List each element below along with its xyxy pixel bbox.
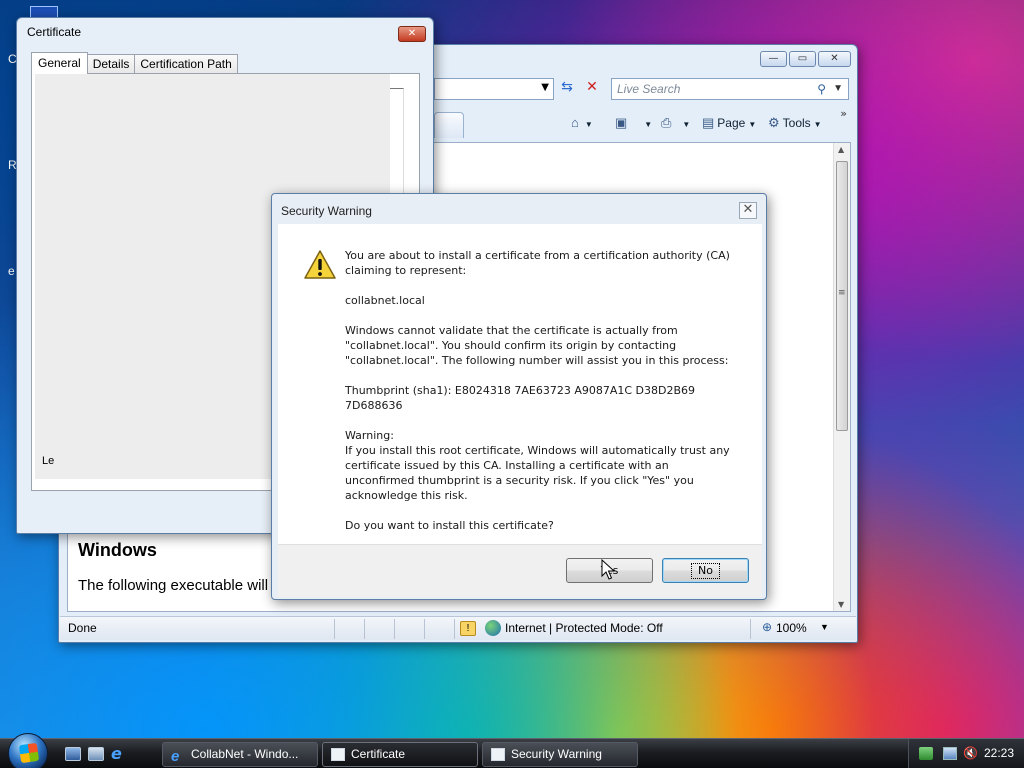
taskbar-button-label: Security Warning — [511, 747, 602, 761]
text-fragment: Le — [42, 455, 55, 467]
scroll-down-icon[interactable]: ▼ — [838, 600, 844, 609]
page-label: Page — [717, 116, 746, 130]
dialog-title: Security Warning — [281, 204, 372, 218]
search-input[interactable]: Live Search ⚲ ▼ — [611, 78, 849, 100]
ie-icon: e — [171, 748, 180, 765]
content-heading: Windows — [78, 540, 157, 560]
message-validation: Windows cannot validate that the certifi… — [345, 324, 729, 367]
message-host: collabnet.local — [345, 294, 425, 307]
feeds-button[interactable]: ▣ ▼ — [615, 112, 652, 134]
zoom-level[interactable]: 100% — [776, 621, 807, 635]
printer-icon: ⎙ — [661, 115, 672, 130]
globe-icon — [485, 620, 501, 636]
no-button[interactable]: No — [662, 558, 749, 583]
network-icon[interactable] — [943, 747, 957, 760]
message-warning: Warning: If you install this root certifi… — [345, 428, 735, 503]
dialog-footer: Yes No — [278, 544, 762, 597]
message-thumbprint: Thumbprint (sha1): E8024318 7AE63723 A90… — [345, 384, 696, 412]
close-button[interactable]: ✕ — [398, 26, 426, 42]
message-intro: You are about to install a certificate f… — [345, 249, 730, 277]
status-bar: Done ! Internet | Protected Mode: Off ⊕ … — [60, 616, 856, 640]
refresh-icon[interactable]: ⇆ — [556, 79, 578, 99]
close-button[interactable]: ✕ — [818, 51, 851, 67]
search-placeholder: Live Search — [617, 82, 681, 96]
tab-strip: General Details Certification Path — [31, 52, 238, 74]
gear-icon: ⚙ — [768, 115, 780, 130]
taskbar-button-certificate[interactable]: Certificate — [322, 742, 478, 767]
home-button[interactable]: ⌂ ▼ — [571, 112, 593, 134]
window-title: Certificate — [27, 25, 82, 39]
tools-menu[interactable]: ⚙ Tools ▼ — [768, 112, 822, 134]
dialog-message: You are about to install a certificate f… — [345, 248, 735, 548]
chevron-right-icon[interactable]: » — [840, 107, 847, 120]
grip-icon: ≡ — [838, 288, 846, 298]
browser-tab[interactable] — [434, 112, 464, 138]
dialog-body: You are about to install a certificate f… — [278, 224, 762, 544]
show-desktop-icon[interactable] — [65, 747, 81, 761]
warning-text: If you install this root certificate, Wi… — [345, 444, 730, 502]
minimize-button[interactable]: — — [760, 51, 787, 67]
window-icon — [491, 748, 505, 761]
page-menu[interactable]: ▤ Page ▼ — [702, 112, 756, 134]
ie-icon[interactable]: e — [111, 746, 127, 762]
popup-blocker-icon[interactable]: ! — [460, 621, 476, 636]
tab-details[interactable]: Details — [86, 54, 136, 74]
print-button[interactable]: ⎙ ▼ — [661, 112, 690, 134]
close-button[interactable]: ✕ — [739, 202, 757, 219]
taskbar-button-ie[interactable]: e CollabNet - Windo... — [162, 742, 318, 767]
taskbar-button-label: Certificate — [351, 747, 406, 761]
desktop-icon-label[interactable]: e — [8, 264, 15, 278]
vertical-scrollbar[interactable]: ▲ ≡ ▼ — [833, 143, 850, 611]
warning-icon — [304, 250, 336, 279]
scroll-up-icon[interactable]: ▲ — [838, 145, 844, 154]
security-warning-dialog: Security Warning ✕ You are about to inst… — [271, 193, 767, 600]
switch-windows-icon[interactable] — [88, 747, 104, 761]
volume-muted-icon[interactable]: 🔇 — [963, 747, 978, 760]
chevron-down-icon[interactable]: ▼ — [541, 82, 549, 93]
security-center-icon[interactable] — [919, 747, 933, 760]
taskbar-button-label: CollabNet - Windo... — [191, 747, 299, 761]
status-text: Done — [68, 621, 97, 635]
taskbar-button-security-warning[interactable]: Security Warning — [482, 742, 638, 767]
stop-icon[interactable]: ✕ — [581, 79, 603, 99]
chevron-down-icon[interactable]: ▼ — [833, 79, 843, 99]
content-text: The following executable will — [78, 577, 269, 594]
window-icon — [331, 748, 345, 761]
chevron-down-icon[interactable]: ▼ — [820, 622, 829, 632]
mouse-cursor-icon — [601, 559, 615, 580]
windows-logo-icon — [18, 742, 40, 764]
security-zone[interactable]: Internet | Protected Mode: Off — [505, 621, 663, 635]
message-question: Do you want to install this certificate? — [345, 519, 554, 532]
tools-label: Tools — [782, 116, 811, 130]
maximize-button[interactable]: ▭ — [789, 51, 816, 67]
home-icon: ⌂ — [571, 115, 579, 130]
no-button-label: No — [691, 563, 720, 579]
taskbar: e e CollabNet - Windo... Certificate Secu… — [0, 733, 1024, 768]
search-icon[interactable]: ⚲ — [817, 79, 826, 99]
tab-certification-path[interactable]: Certification Path — [134, 54, 238, 74]
page-icon: ▤ — [702, 115, 715, 130]
tab-general[interactable]: General — [31, 52, 88, 74]
start-button[interactable] — [8, 733, 48, 768]
address-bar[interactable]: ▼ — [434, 78, 554, 100]
zoom-icon: ⊕ — [762, 620, 773, 634]
clock[interactable]: 22:23 — [984, 746, 1014, 760]
feed-icon: ▣ — [615, 115, 628, 130]
warning-label: Warning: — [345, 429, 394, 442]
